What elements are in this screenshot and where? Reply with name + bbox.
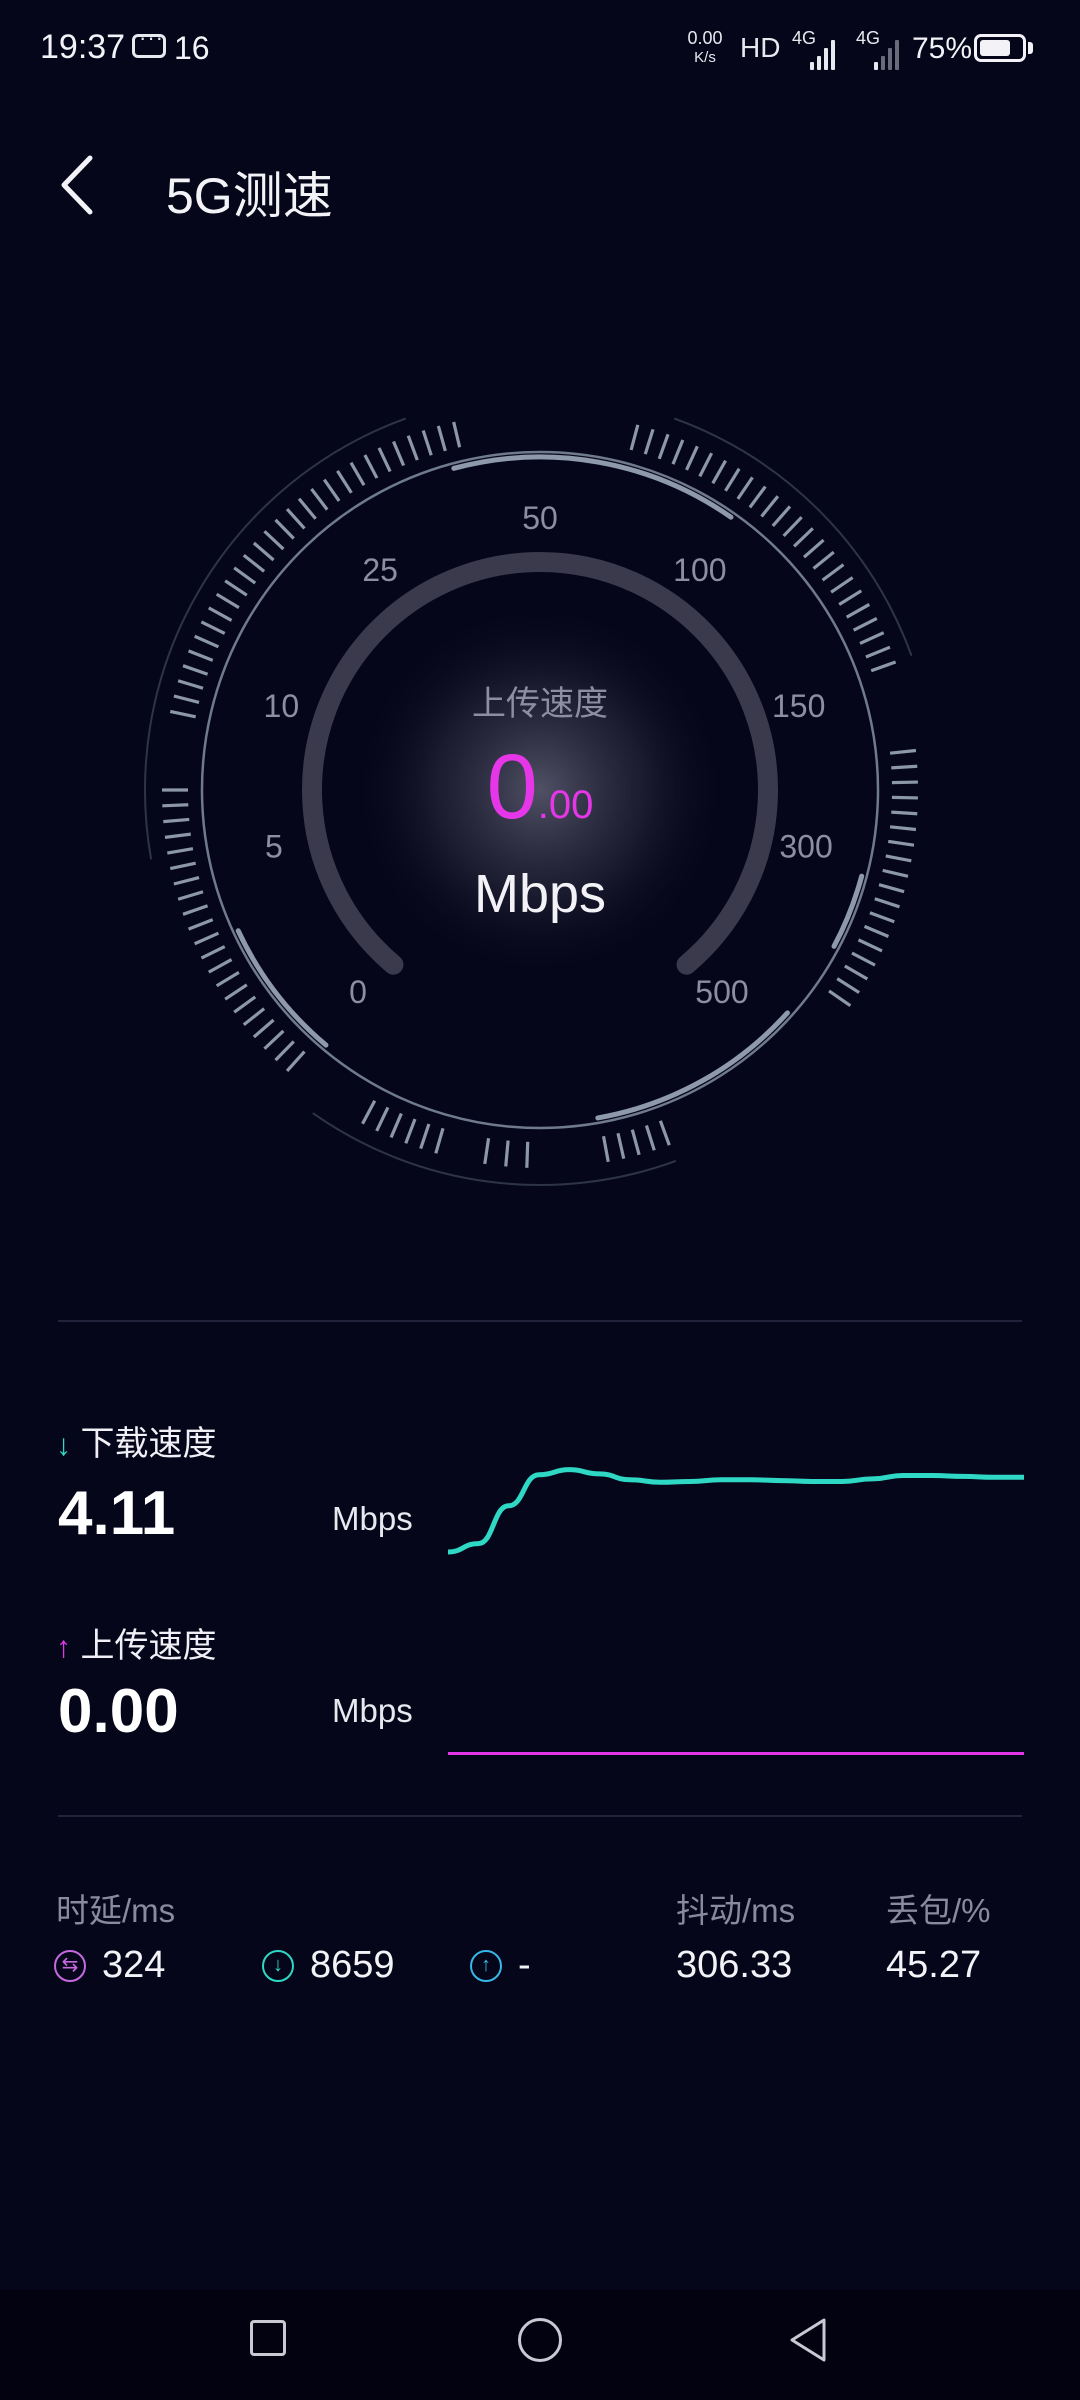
battery-percent: 75% bbox=[912, 32, 973, 65]
upload-label-row: ↑ 上传速度 bbox=[56, 1618, 216, 1667]
gauge-scale-label: 50 bbox=[522, 500, 558, 536]
gauge-scale-label: 25 bbox=[362, 552, 398, 588]
gauge-unit: Mbps bbox=[474, 864, 606, 924]
nav-back-button[interactable] bbox=[786, 2316, 830, 2364]
gauge-scale-label: 500 bbox=[695, 974, 748, 1010]
gauge-value-dec: .00 bbox=[538, 783, 594, 827]
upload-speed-line bbox=[448, 1752, 1024, 1755]
back-button[interactable] bbox=[50, 150, 110, 220]
network-speed: 0.00 K/s bbox=[680, 28, 730, 68]
gauge-scale-label: 150 bbox=[772, 688, 825, 724]
gauge-tick-band bbox=[629, 424, 897, 673]
divider bbox=[58, 1320, 1022, 1322]
speed-gauge: 0 5 10 25 50 100 150 300 500 上传速度 0.00 Mbps bbox=[130, 380, 950, 1200]
home-button[interactable] bbox=[518, 2318, 562, 2362]
gauge-tick-band bbox=[483, 1137, 530, 1168]
upload-value: 0.00 bbox=[58, 1677, 179, 1746]
gauge-tick-band bbox=[601, 1120, 671, 1163]
network-speed-unit: K/s bbox=[694, 49, 716, 66]
battery-icon bbox=[974, 34, 1026, 62]
message-icon bbox=[132, 25, 166, 58]
download-speed-chart bbox=[448, 1467, 1024, 1555]
arrow-down-icon: ↓ bbox=[56, 1429, 71, 1462]
sim1-signal-icon: 4G bbox=[792, 28, 835, 70]
download-latency-value: 8659 bbox=[310, 1944, 395, 1986]
page-title: 5G测速 bbox=[166, 168, 333, 224]
gauge-value-int: 0 bbox=[487, 736, 538, 838]
download-latency-icon: ↓ bbox=[262, 1950, 294, 1982]
ring-highlight-arc bbox=[235, 928, 329, 1048]
ring-highlight-arc bbox=[831, 873, 865, 949]
jitter-label: 抖动/ms bbox=[676, 1892, 796, 1929]
gauge-mode-label: 上传速度 bbox=[472, 685, 608, 723]
gauge-scale-label: 5 bbox=[265, 829, 283, 865]
download-value: 4.11 bbox=[58, 1479, 176, 1548]
upload-label: 上传速度 bbox=[80, 1627, 217, 1665]
download-label-row: ↓ 下载速度 bbox=[56, 1416, 216, 1465]
download-speed-line bbox=[448, 1467, 1024, 1555]
latency-label: 时延/ms bbox=[56, 1892, 176, 1929]
jitter-value: 306.33 bbox=[676, 1944, 793, 1986]
sim2-signal-icon: 4G bbox=[856, 28, 899, 70]
upload-latency-icon: ↑ bbox=[470, 1950, 502, 1982]
gauge-scale-label: 0 bbox=[349, 974, 367, 1010]
upload-unit: Mbps bbox=[332, 1692, 413, 1729]
battery-cap bbox=[1028, 42, 1033, 54]
download-unit: Mbps bbox=[332, 1500, 413, 1537]
upload-latency-value: - bbox=[518, 1944, 531, 1986]
gauge-scale-label: 10 bbox=[264, 688, 300, 724]
notification-count: 16 bbox=[174, 30, 210, 66]
ping-value: 324 bbox=[102, 1944, 166, 1986]
loss-label: 丢包/% bbox=[886, 1892, 991, 1929]
gauge-tick-band bbox=[828, 748, 918, 1008]
status-time: 19:37 bbox=[40, 28, 126, 66]
ping-icon: ⇆ bbox=[54, 1950, 86, 1982]
gauge-scale-label: 100 bbox=[673, 552, 726, 588]
hd-icon: HD bbox=[740, 32, 781, 63]
download-label: 下载速度 bbox=[80, 1425, 217, 1463]
divider bbox=[58, 1815, 1022, 1817]
recents-button[interactable] bbox=[250, 2320, 286, 2356]
arrow-up-icon: ↑ bbox=[56, 1631, 71, 1664]
loss-value: 45.27 bbox=[886, 1944, 982, 1986]
gauge-scale-label: 300 bbox=[779, 829, 832, 865]
chevron-left-icon bbox=[61, 155, 93, 215]
network-speed-value: 0.00 bbox=[687, 28, 723, 48]
ring-highlight-arc bbox=[595, 1010, 790, 1121]
